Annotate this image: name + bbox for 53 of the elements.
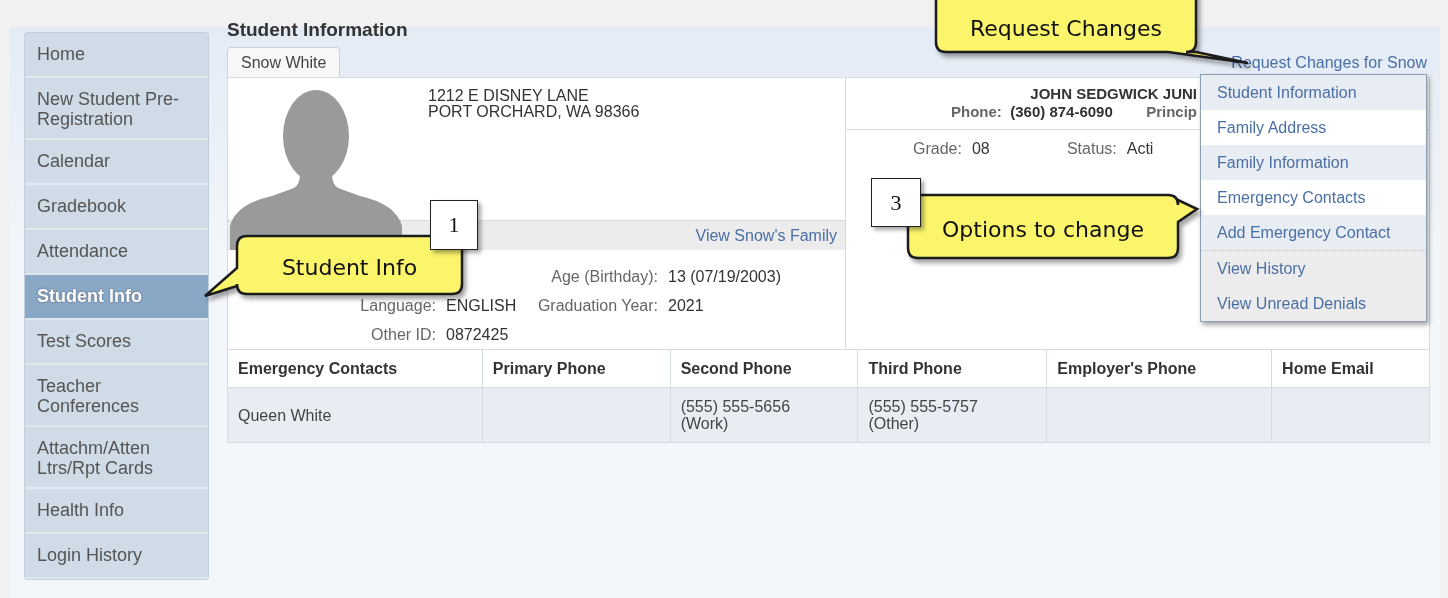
- principal-label: Princip: [1146, 103, 1197, 120]
- student-tab[interactable]: Snow White: [227, 47, 341, 77]
- callout-text: Options to change: [942, 216, 1144, 241]
- step-number: 1: [430, 200, 478, 250]
- callout-text: Student Info: [281, 254, 418, 280]
- detail-label: Age (Birthday):: [551, 267, 658, 285]
- column-header: Primary Phone: [482, 350, 671, 388]
- detail-value: 13 (07/19/2003): [668, 267, 781, 285]
- column-header: Employer's Phone: [1046, 350, 1272, 388]
- detail-label: Graduation Year:: [537, 296, 658, 314]
- menu-item[interactable]: Add Emergency Contact: [1201, 215, 1426, 250]
- sidebar-item[interactable]: Home: [25, 33, 208, 78]
- sidebar-item[interactable]: New Student Pre-Registration: [25, 78, 208, 140]
- page-title: Student Information: [227, 18, 408, 42]
- sidebar-item[interactable]: Login History: [25, 534, 208, 579]
- detail-value: 0872425: [446, 325, 509, 343]
- status-label: Status:: [1066, 140, 1117, 158]
- sidebar-item[interactable]: Gradebook: [25, 185, 208, 230]
- column-header: Home Email: [1271, 350, 1429, 388]
- grade-value: 08: [971, 140, 991, 158]
- sidebar-item[interactable]: Attachm/Atten Ltrs/Rpt Cards: [25, 427, 208, 489]
- view-family-link[interactable]: View Snow's Family: [695, 226, 837, 245]
- sidebar-item[interactable]: Teacher Conferences: [25, 365, 208, 427]
- detail-label: Other ID:: [371, 325, 436, 343]
- detail-value: 2021: [668, 296, 704, 314]
- column-header: Second Phone: [670, 350, 858, 388]
- menu-item[interactable]: Family Information: [1201, 145, 1426, 180]
- column-header: Third Phone: [857, 350, 1047, 388]
- table-cell: Queen White: [238, 406, 332, 424]
- step-number: 3: [871, 178, 921, 227]
- detail-label: Language:: [360, 296, 436, 314]
- status-value: Acti: [1126, 140, 1154, 158]
- request-changes-link[interactable]: Request Changes for Snow: [1231, 54, 1427, 77]
- grade-label: Grade:: [913, 140, 962, 158]
- menu-item[interactable]: Emergency Contacts: [1201, 180, 1426, 215]
- sidebar-item[interactable]: Attendance: [25, 230, 208, 275]
- address-line: 1212 E DISNEY LANE: [428, 87, 589, 104]
- menu-item[interactable]: Family Address: [1201, 110, 1426, 145]
- table-cell: (555) 555-5656 (Work): [680, 398, 791, 432]
- sidebar-item[interactable]: Calendar: [25, 140, 208, 185]
- school-name: JOHN SEDGWICK JUNI: [1030, 85, 1197, 102]
- phone-label: Phone:: [951, 103, 1002, 120]
- phone-value: (360) 874-6090: [1010, 103, 1113, 120]
- callout-text: Request Changes: [969, 15, 1163, 41]
- address-line: PORT ORCHARD, WA 98366: [428, 103, 640, 120]
- menu-item[interactable]: Student Information: [1201, 75, 1426, 110]
- column-header: Emergency Contacts: [228, 350, 483, 388]
- detail-value: ENGLISH: [446, 296, 517, 314]
- sidebar-item[interactable]: Health Info: [25, 489, 208, 534]
- menu-item[interactable]: View Unread Denials: [1201, 286, 1426, 321]
- sidebar-item[interactable]: Test Scores: [25, 320, 208, 365]
- table-cell: (555) 555-5757 (Other): [868, 398, 978, 432]
- menu-item[interactable]: View History: [1201, 250, 1426, 286]
